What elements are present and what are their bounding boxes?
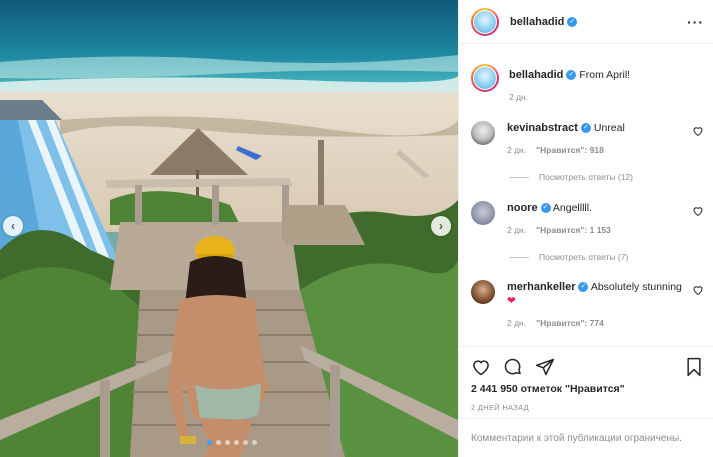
- comment-likes[interactable]: "Нравится": 918: [536, 143, 604, 157]
- avatar[interactable]: [471, 7, 499, 36]
- verified-icon: ✓: [567, 16, 578, 27]
- verified-icon: ✓: [578, 282, 589, 293]
- verified-icon: ✓: [540, 203, 551, 214]
- view-replies[interactable]: Посмотреть ответы (7): [509, 252, 628, 262]
- heart-icon[interactable]: [471, 357, 491, 377]
- caption-time[interactable]: 2 дн.: [509, 90, 528, 104]
- post-sidebar: bellahadid ✓ ··· bellahadid ✓ From April!…: [458, 0, 713, 457]
- caption: bellahadid ✓ From April! 2 дн.: [471, 64, 704, 104]
- more-icon[interactable]: ···: [687, 14, 704, 30]
- comment-time[interactable]: 2 дн.: [507, 143, 526, 157]
- post-actions: 2 441 950 отметок "Нравится" 2 ДНЕЙ НАЗА…: [459, 346, 713, 456]
- carousel-dot: [225, 440, 230, 445]
- comment-username[interactable]: noore: [507, 202, 538, 214]
- post-header: bellahadid ✓ ···: [459, 0, 713, 44]
- caption-text: From April!: [579, 69, 631, 81]
- comment-text: Unreal: [593, 122, 625, 134]
- avatar[interactable]: [471, 201, 495, 225]
- carousel-dot: [252, 440, 257, 445]
- author-username[interactable]: bellahadid: [510, 16, 564, 28]
- comment-icon[interactable]: [503, 357, 523, 377]
- comment-likes[interactable]: "Нравится": 1 153: [536, 223, 611, 237]
- red-heart-emoji: ❤: [507, 295, 516, 307]
- beach-stairs-image: [0, 0, 458, 457]
- comment-time[interactable]: 2 дн.: [507, 316, 526, 330]
- comments-limited-notice: Комментарии к этой публикации ограничены…: [459, 418, 713, 457]
- carousel-indicator: [207, 440, 257, 445]
- chevron-left-icon[interactable]: ‹: [3, 216, 23, 236]
- carousel-dot: [216, 440, 221, 445]
- bookmark-icon[interactable]: [684, 357, 704, 377]
- post-time[interactable]: 2 ДНЕЙ НАЗАД: [471, 403, 529, 412]
- view-replies[interactable]: Посмотреть ответы (12): [509, 172, 633, 182]
- avatar[interactable]: [471, 121, 495, 145]
- verified-icon: ✓: [580, 123, 591, 134]
- post-photo[interactable]: ‹ ›: [0, 0, 458, 457]
- carousel-dot: [243, 440, 248, 445]
- view-replies-label[interactable]: Посмотреть ответы (12): [539, 172, 633, 182]
- comment-time[interactable]: 2 дн.: [507, 223, 526, 237]
- comment-item: kevinabstract ✓ Unreal 2 дн. "Нравится": …: [471, 121, 704, 157]
- chevron-right-icon[interactable]: ›: [431, 216, 451, 236]
- heart-icon[interactable]: [692, 284, 704, 296]
- verified-icon: ✓: [566, 70, 577, 81]
- likes-count[interactable]: 2 441 950 отметок "Нравится": [471, 383, 625, 395]
- heart-icon[interactable]: [692, 125, 704, 137]
- comment-username[interactable]: merhankeller: [507, 281, 575, 293]
- carousel-dot: [207, 440, 212, 445]
- caption-username[interactable]: bellahadid: [509, 69, 563, 81]
- view-replies-label[interactable]: Посмотреть ответы (7): [539, 252, 628, 262]
- comment-item: merhankeller ✓ Absolutely stunning ❤ 2 дн…: [471, 280, 704, 330]
- avatar[interactable]: [471, 280, 495, 304]
- comment-text: Absolutely stunning: [590, 281, 682, 293]
- carousel-dot: [234, 440, 239, 445]
- share-icon[interactable]: [535, 357, 555, 377]
- avatar[interactable]: [471, 64, 499, 92]
- comment-likes[interactable]: "Нравится": 774: [536, 316, 604, 330]
- heart-icon[interactable]: [692, 205, 704, 217]
- instagram-post: ‹ › bellahadid ✓ ··· bellahadid ✓ From A…: [0, 0, 713, 457]
- comment-item: noore ✓ Angelllll. 2 дн. "Нравится": 1 15…: [471, 201, 704, 237]
- comment-text: Angelllll.: [552, 202, 593, 214]
- comment-username[interactable]: kevinabstract: [507, 122, 578, 134]
